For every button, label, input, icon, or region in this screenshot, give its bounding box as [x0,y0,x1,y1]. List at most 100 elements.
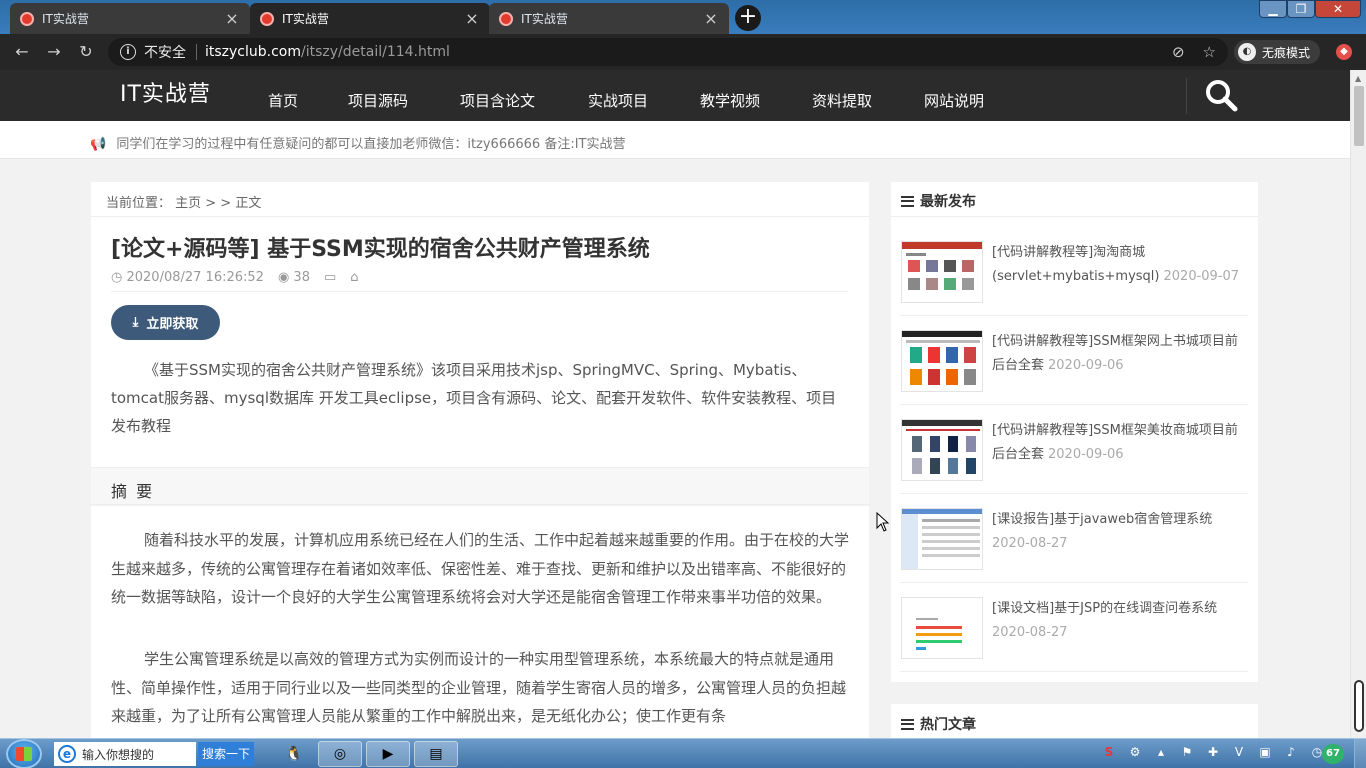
post-title[interactable]: [课设报告]基于javaweb宿舍管理系统 [992,512,1212,527]
new-tab-button[interactable]: + [735,5,761,31]
post-thumbnail[interactable] [901,330,983,392]
post-thumbnail[interactable] [901,419,983,481]
tab-title: IT实战营 [282,12,329,26]
nav-item-practice[interactable]: 实战项目 [588,90,648,111]
divider [900,582,1248,583]
url-domain: itszyclub.com [205,44,302,60]
site-logo[interactable]: IT实战营 [120,76,211,108]
breadcrumb[interactable]: 当前位置： 主页 > > 正文 [106,192,261,211]
divider [891,216,1258,217]
article-views: ◉ 38 [277,270,310,285]
network-icon[interactable]: ⚑ [1178,743,1196,761]
divider [111,291,848,292]
nav-item-resources[interactable]: 资料提取 [812,90,872,111]
divider [900,315,1248,316]
start-button[interactable] [6,739,42,768]
download-icon: ⤓ [132,315,139,330]
post-thumbnail[interactable] [901,597,983,659]
system-tray: S ⚙ ▴ ⚑ ✚ V ▣ ♪ ◷ [1100,743,1326,761]
security-label[interactable]: 不安全 [144,42,186,62]
megaphone-icon: 📢 [90,137,107,152]
scroll-up-icon[interactable]: ▲ [1355,74,1361,83]
scroll-indicator[interactable] [1354,680,1364,732]
ime-settings-icon[interactable]: ⚙ [1126,743,1144,761]
site-favicon-icon [20,11,34,26]
latest-heading: 最新发布 [901,191,976,211]
article-meta: ◷ 2020/08/27 16:26:52 ◉ 38 ▭ ⌂ [111,270,359,285]
divider [91,216,869,217]
list-icon [901,718,914,730]
list-item[interactable]: [课设报告]基于javaweb宿舍管理系统 2020-08-27 [900,508,1250,588]
security-shield-icon[interactable]: ✚ [1204,743,1222,761]
article-date: ◷ 2020/08/27 16:26:52 [111,270,264,285]
extension-icon[interactable]: ◆ [1336,44,1352,60]
list-item[interactable]: [课设文档]基于JSP的在线调查问卷系统 2020-08-27 [900,597,1250,677]
back-icon[interactable]: ← [12,42,32,62]
window-maximize-button[interactable]: ❐ [1287,0,1315,18]
video-player-icon[interactable]: ▶ [366,741,410,767]
taskbar-search-input[interactable]: e 输入你想搜的 [54,742,196,766]
nav-item-source[interactable]: 项目源码 [348,90,408,111]
search-icon[interactable] [1204,78,1238,112]
antivirus-icon[interactable]: V [1230,743,1248,761]
nav-item-thesis[interactable]: 项目含论文 [460,90,535,111]
taskbar-search-button[interactable]: 搜索一下 [198,742,254,766]
tray-expand-icon[interactable]: ▴ [1152,743,1170,761]
browser-tab-1[interactable]: IT实战营 × [10,3,250,34]
browser-tab-3[interactable]: IT实战营 × [489,3,729,34]
clock-icon: ◷ [111,270,123,285]
tab-close-icon[interactable]: × [224,9,240,28]
url-field[interactable]: i 不安全 itszyclub.com /itszy/detail/114.ht… [108,38,1228,66]
window-minimize-button[interactable]: ▁ [1259,0,1287,18]
browser-tab-2[interactable]: IT实战营 × [250,3,490,34]
nav-item-videos[interactable]: 教学视频 [700,90,760,111]
abstract-heading: 摘 要 [111,482,155,501]
list-item[interactable]: [代码讲解教程等]SSM框架美妆商城项目前后台全套 2020-09-06 [900,419,1250,499]
reload-icon[interactable]: ↻ [76,42,96,62]
list-item[interactable]: [代码讲解教程等]淘淘商城(servlet+mybatis+mysql) 2020… [900,241,1250,321]
abstract-paragraph-1: 随着科技水平的发展，计算机应用系统已经在人们的生活、工作中起着越来越重要的作用。… [111,531,850,606]
article-title: [论文+源码等] 基于SSM实现的宿舍公共财产管理系统 [111,237,650,262]
tab-close-icon[interactable]: × [464,9,480,28]
window-close-button[interactable]: ✕ [1315,0,1361,18]
eye-icon: ◉ [277,270,290,285]
post-title[interactable]: [代码讲解教程等]淘淘商城(servlet+mybatis+mysql) [992,245,1160,284]
tab-title: IT实战营 [42,12,89,26]
post-title[interactable]: [课设文档]基于JSP的在线调查问卷系统 [992,601,1217,616]
nav-item-about[interactable]: 网站说明 [924,90,984,111]
tab-title: IT实战营 [521,12,568,26]
tags-icon[interactable]: ⌂ [350,270,358,285]
forward-icon[interactable]: → [44,42,64,62]
volume-icon[interactable]: ♪ [1282,743,1300,761]
post-date: 2020-09-06 [1048,358,1124,373]
eye-off-icon[interactable]: ⊘ [1172,43,1185,61]
file-explorer-icon[interactable]: ▤ [414,741,458,767]
ie-icon: e [58,745,76,763]
windows-logo-icon [16,747,32,761]
chrome-icon[interactable]: ◎ [318,741,362,767]
mouse-cursor-icon [876,512,890,532]
site-favicon-icon [499,11,513,26]
display-icon[interactable]: ▣ [1256,743,1274,761]
star-icon[interactable]: ☆ [1203,43,1216,61]
get-now-button[interactable]: ⤓ 立即获取 [111,305,220,340]
folder-icon[interactable]: ▭ [324,270,336,285]
nav-item-home[interactable]: 首页 [268,90,298,111]
notice-text: 同学们在学习的过程中有任意疑问的都可以直接加老师微信：itzy666666 备注… [116,137,626,152]
hot-heading: 热门文章 [901,714,976,734]
info-icon[interactable]: i [120,44,136,60]
sogou-ime-icon[interactable]: S [1100,743,1118,761]
list-item[interactable]: [代码讲解教程等]SSM框架网上书城项目前后台全套 2020-09-06 [900,330,1250,410]
post-thumbnail[interactable] [901,508,983,570]
show-desktop-button[interactable] [1354,739,1366,768]
divider [900,493,1248,494]
cpu-usage-badge[interactable]: 67 [1322,744,1344,764]
qq-icon[interactable]: 🐧 [272,741,316,767]
post-date: 2020-09-06 [1048,447,1124,462]
post-thumbnail[interactable] [901,241,983,303]
incognito-badge[interactable]: ◐ 无痕模式 [1234,40,1321,64]
url-path: /itszy/detail/114.html [301,44,450,60]
scroll-thumb[interactable] [1354,86,1364,146]
tab-close-icon[interactable]: × [703,9,719,28]
page-scrollbar[interactable]: ▲ [1350,70,1366,740]
